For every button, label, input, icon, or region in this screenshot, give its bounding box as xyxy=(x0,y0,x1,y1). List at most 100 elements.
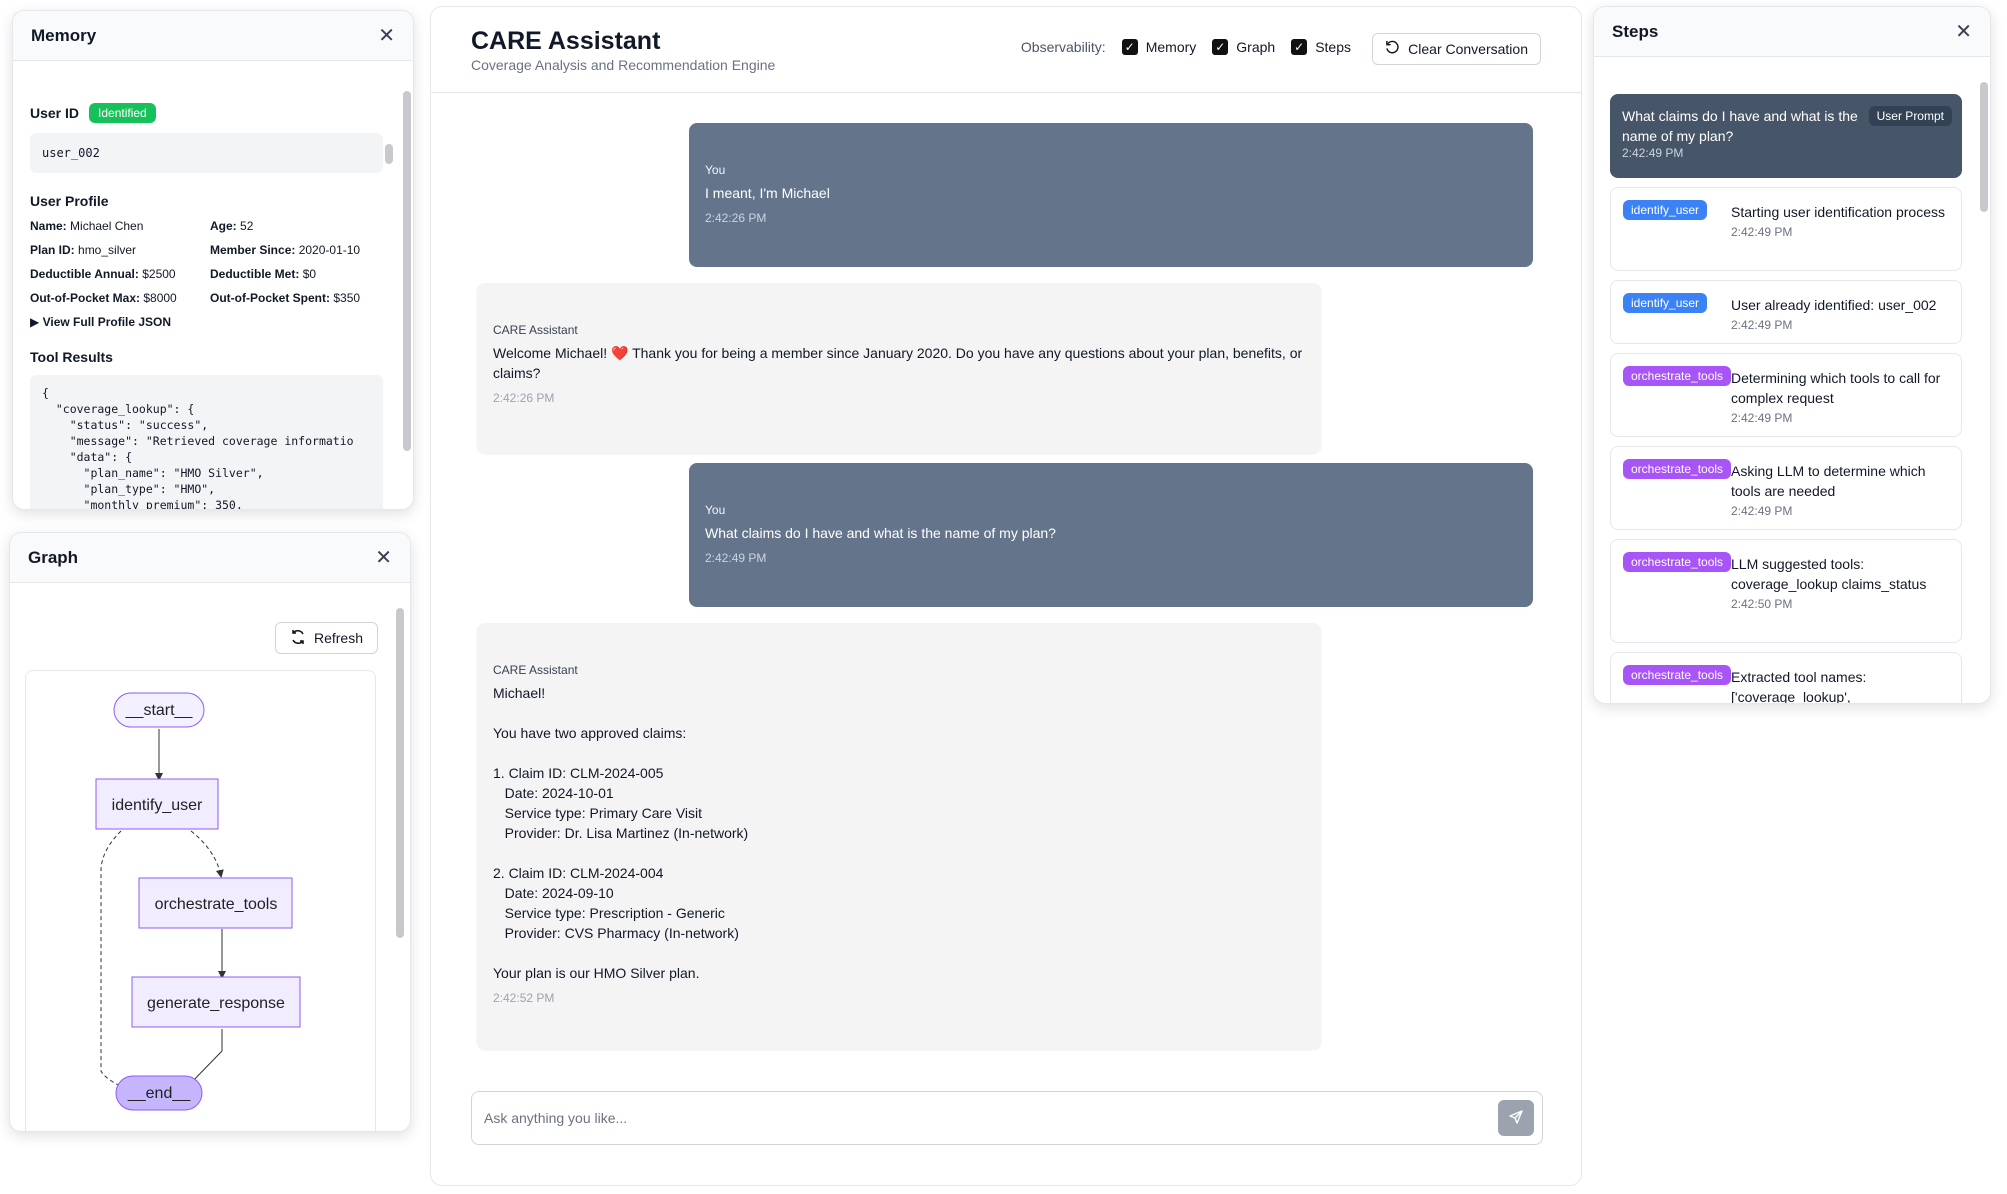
graph-panel-title: Graph xyxy=(28,547,79,567)
step-item[interactable]: identify_user Starting user identificati… xyxy=(1610,187,1962,271)
step-time: 2:42:49 PM xyxy=(1731,318,1793,332)
profile-field: Deductible Met: $0 xyxy=(210,267,317,281)
profile-field: Member Since: 2020-01-10 xyxy=(210,243,361,257)
identified-badge: Identified xyxy=(89,103,156,123)
step-item[interactable]: orchestrate_tools Extracted tool names: … xyxy=(1610,652,1962,704)
message-time: 2:42:52 PM xyxy=(493,991,555,1005)
svg-text:identify_user: identify_user xyxy=(112,797,203,814)
graph-node-end[interactable]: __end__ xyxy=(115,1075,203,1111)
graph-node-identify-user[interactable]: identify_user xyxy=(95,778,219,830)
close-steps-icon[interactable]: ✕ xyxy=(1955,22,1972,42)
message-text: What claims do I have and what is the na… xyxy=(705,525,1056,541)
profile-field: Out-of-Pocket Max: $8000 xyxy=(30,291,177,305)
checkbox-checked-icon: ✓ xyxy=(1212,39,1229,55)
step-tag: orchestrate_tools xyxy=(1623,459,1732,479)
step-tag: orchestrate_tools xyxy=(1623,366,1732,386)
graph-scrollbar[interactable] xyxy=(396,608,404,938)
tool-results-scrollbar[interactable] xyxy=(385,144,393,164)
step-item[interactable]: orchestrate_tools Asking LLM to determin… xyxy=(1610,446,1962,530)
graph-node-orchestrate-tools[interactable]: orchestrate_tools xyxy=(138,877,293,929)
message-time: 2:42:26 PM xyxy=(493,391,555,405)
step-item[interactable]: identify_user User already identified: u… xyxy=(1610,280,1962,344)
step-text: What claims do I have and what is the na… xyxy=(1622,108,1858,144)
app-title: CARE Assistant xyxy=(471,27,661,55)
step-tag: identify_user xyxy=(1623,200,1708,220)
step-time: 2:42:50 PM xyxy=(1731,597,1793,611)
step-time: 2:42:49 PM xyxy=(1731,411,1793,425)
step-time: 2:42:49 PM xyxy=(1731,225,1793,239)
observability-toggles: Observability: ✓ Memory ✓ Graph ✓ Steps xyxy=(1021,39,1351,55)
tool-results-json: { "coverage_lookup": { "status": "succes… xyxy=(30,375,383,509)
chat-message-user: You I meant, I'm Michael 2:42:26 PM xyxy=(689,123,1533,267)
graph-panel-header: Graph ✕ xyxy=(10,533,410,583)
checkbox-checked-icon: ✓ xyxy=(1291,39,1308,55)
message-sender: You xyxy=(705,163,726,177)
message-sender: CARE Assistant xyxy=(493,323,578,337)
send-button[interactable] xyxy=(1498,1100,1534,1136)
graph-node-start[interactable]: __start__ xyxy=(113,692,205,728)
user-profile-title: User Profile xyxy=(30,193,109,209)
user-id-row: User ID Identified xyxy=(30,103,383,123)
chat-header: CARE Assistant Coverage Analysis and Rec… xyxy=(431,7,1581,93)
toggle-label: Steps xyxy=(1315,39,1351,55)
step-text: Asking LLM to determine which tools are … xyxy=(1731,463,1926,499)
chat-message-user: You What claims do I have and what is th… xyxy=(689,463,1533,607)
memory-content: User ID Identified user_002 User Profile… xyxy=(13,61,413,509)
svg-text:generate_response: generate_response xyxy=(147,995,285,1012)
observability-label: Observability: xyxy=(1020,39,1106,55)
reset-icon xyxy=(1385,40,1400,58)
memory-panel-title: Memory xyxy=(31,25,97,45)
close-graph-icon[interactable]: ✕ xyxy=(375,548,392,568)
steps-panel: Steps ✕ User Prompt What claims do I hav… xyxy=(1593,6,1991,704)
user-id-label: User ID xyxy=(30,105,80,121)
chat-message-assistant: CARE Assistant Michael! You have two app… xyxy=(477,623,1321,1049)
message-sender: CARE Assistant xyxy=(493,663,578,677)
step-tag: identify_user xyxy=(1623,293,1708,313)
view-json-label: View Full Profile JSON xyxy=(42,315,172,329)
edge-identify-end xyxy=(100,830,138,1095)
clear-conversation-button[interactable]: Clear Conversation xyxy=(1372,33,1541,65)
step-text: Determining which tools to call for comp… xyxy=(1731,370,1941,406)
steps-toggle[interactable]: ✓ Steps xyxy=(1291,39,1351,55)
svg-text:__end__: __end__ xyxy=(127,1085,191,1102)
triangle-right-icon: ▶ xyxy=(30,315,40,329)
checkbox-checked-icon: ✓ xyxy=(1121,39,1138,55)
steps-scrollbar[interactable] xyxy=(1980,82,1988,212)
profile-field: Plan ID: hmo_silver xyxy=(30,243,137,257)
graph-toggle[interactable]: ✓ Graph xyxy=(1212,39,1275,55)
memory-scrollbar[interactable] xyxy=(403,91,411,451)
step-time: 2:42:49 PM xyxy=(1622,146,1684,160)
edge-identify-orchestrate xyxy=(190,830,224,878)
svg-text:orchestrate_tools: orchestrate_tools xyxy=(155,896,278,913)
memory-toggle[interactable]: ✓ Memory xyxy=(1121,39,1196,55)
graph-diagram: __start__ identify_user orchestrate_tool… xyxy=(25,670,376,1131)
user-profile-grid: Name: Michael Chen Age: 52 Plan ID: hmo_… xyxy=(30,219,383,305)
chat-message-assistant: CARE Assistant Welcome Michael! ❤️ Thank… xyxy=(477,283,1321,453)
refresh-label: Refresh xyxy=(313,630,364,646)
step-item[interactable]: orchestrate_tools Determining which tool… xyxy=(1610,353,1962,437)
refresh-button[interactable]: Refresh xyxy=(275,622,378,654)
step-time: 2:42:49 PM xyxy=(1731,504,1793,518)
step-item[interactable]: orchestrate_tools LLM suggested tools: c… xyxy=(1610,539,1962,643)
message-time: 2:42:49 PM xyxy=(705,551,767,565)
user-id-value: user_002 xyxy=(30,133,383,173)
message-time: 2:42:26 PM xyxy=(705,211,767,225)
step-text: Extracted tool names: ['coverage_lookup'… xyxy=(1731,669,1867,704)
close-memory-icon[interactable]: ✕ xyxy=(378,26,395,46)
send-icon xyxy=(1508,1109,1524,1128)
clear-conversation-label: Clear Conversation xyxy=(1408,41,1528,57)
step-item-user-prompt[interactable]: User Prompt What claims do I have and wh… xyxy=(1610,94,1962,178)
graph-node-generate-response[interactable]: generate_response xyxy=(131,976,301,1028)
refresh-icon xyxy=(290,629,306,648)
profile-field: Name: Michael Chen xyxy=(30,219,144,233)
steps-panel-header: Steps ✕ xyxy=(1594,7,1990,57)
view-full-profile-json-toggle[interactable]: ▶ View Full Profile JSON xyxy=(30,315,383,329)
chat-panel: CARE Assistant Coverage Analysis and Rec… xyxy=(430,6,1582,1186)
chat-input[interactable]: Ask anything you like... xyxy=(471,1091,1543,1145)
svg-text:__start__: __start__ xyxy=(125,702,194,719)
graph-panel: Graph ✕ Refresh __start__ identify_user … xyxy=(9,532,411,1132)
tool-results-title: Tool Results xyxy=(30,349,113,365)
message-text: Michael! You have two approved claims: 1… xyxy=(493,685,749,981)
profile-field: Out-of-Pocket Spent: $350 xyxy=(210,291,361,305)
memory-panel-header: Memory ✕ xyxy=(13,11,413,61)
